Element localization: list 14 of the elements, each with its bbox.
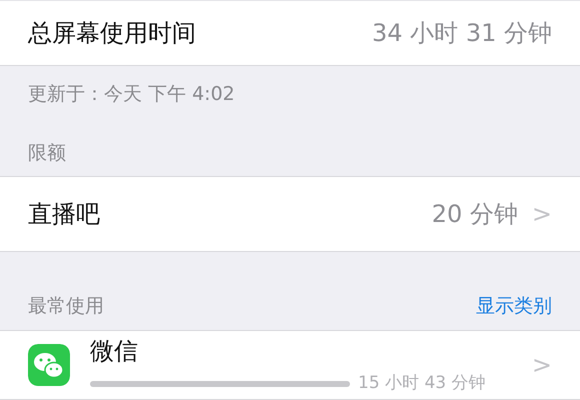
limit-label: 直播吧 <box>28 199 100 230</box>
show-categories-link[interactable]: 显示类别 <box>476 292 552 320</box>
updated-text: 更新于：今天 下午 4:02 <box>27 82 236 107</box>
usage-time: 15 小时 43 分钟 <box>358 372 486 396</box>
chevron-icon: > <box>532 196 552 232</box>
section-header: 最常使用 <box>27 294 104 318</box>
section-header: 限额 <box>27 140 67 166</box>
chevron-icon: > <box>532 347 552 383</box>
limit-value: 20 分钟 <box>432 199 518 230</box>
app-row[interactable]: 微信 15 小时 43 分钟 > <box>0 330 580 400</box>
app-name: 微信 <box>90 336 139 368</box>
total-value: 34 小时 31 分钟 <box>372 18 552 49</box>
total-label: 总屏幕使用时间 <box>28 18 196 49</box>
limit-row[interactable]: 直播吧 20 分钟 > <box>0 176 580 252</box>
